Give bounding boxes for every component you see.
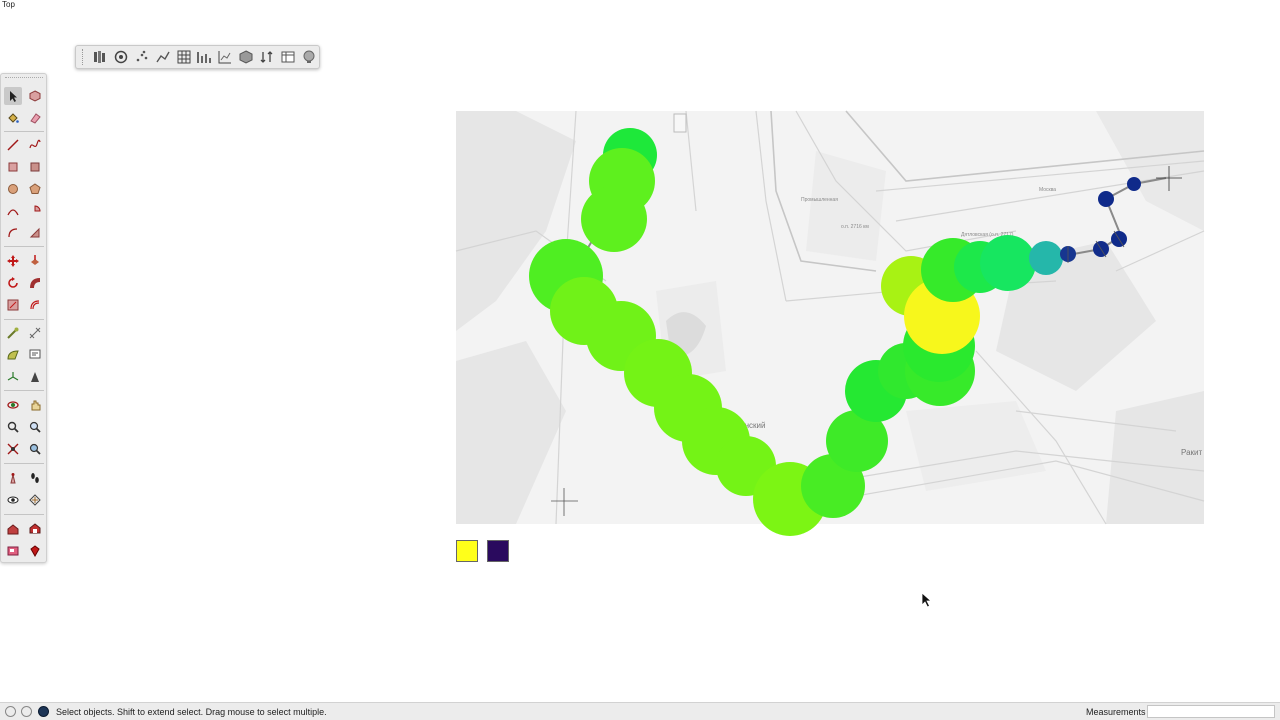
tape-measure-icon[interactable] [4, 324, 22, 342]
toolbar-grip[interactable] [82, 49, 86, 65]
view-label: Top [2, 0, 15, 9]
map-label-promyshlennaya: Промышленная [801, 197, 838, 203]
warehouse-icon[interactable] [4, 520, 22, 538]
pie-icon[interactable] [26, 202, 44, 220]
status-bar: Select objects. Shift to extend select. … [0, 702, 1280, 720]
circle-icon[interactable] [4, 180, 22, 198]
table-icon[interactable] [279, 48, 296, 66]
push-pull-icon[interactable] [26, 252, 44, 270]
route-icon[interactable] [154, 48, 171, 66]
walk-icon[interactable] [26, 469, 44, 487]
move-icon[interactable] [4, 252, 22, 270]
scale-icon[interactable] [4, 296, 22, 314]
two-point-arc-icon[interactable] [4, 224, 22, 242]
three-point-arc-icon[interactable] [26, 224, 44, 242]
box-icon[interactable] [238, 48, 255, 66]
legend-swatch-purple [487, 540, 509, 562]
stats-icon[interactable] [196, 48, 213, 66]
measurements-field[interactable] [1147, 705, 1275, 718]
extension-warehouse-icon[interactable] [26, 520, 44, 538]
measurements-label: Measurements [1086, 707, 1146, 717]
grid-icon[interactable] [175, 48, 192, 66]
geo-location-icon[interactable] [5, 706, 16, 717]
rotated-rectangle-icon[interactable] [26, 158, 44, 176]
ruby-icon[interactable] [26, 542, 44, 560]
map-label-rakit: Ракит [1181, 448, 1202, 457]
map-label-op-2716: о.п. 2716 км [841, 224, 869, 230]
3d-text-icon[interactable] [26, 368, 44, 386]
arc-icon[interactable] [4, 202, 22, 220]
info-icon[interactable] [21, 706, 32, 717]
text-icon[interactable] [26, 346, 44, 364]
sort-icon[interactable] [258, 48, 275, 66]
zoom-window-icon[interactable] [26, 418, 44, 436]
select-arrow-icon[interactable] [4, 87, 22, 105]
orbit-icon[interactable] [4, 396, 22, 414]
protractor-icon[interactable] [4, 346, 22, 364]
rectangle-icon[interactable] [4, 158, 22, 176]
globe-settings-icon[interactable] [300, 48, 317, 66]
zoom-icon[interactable] [4, 418, 22, 436]
legend-swatch-yellow [456, 540, 478, 562]
map-view[interactable]: Ленинский Ракит Москва Дятловская (о.п. … [455, 110, 1205, 536]
status-message: Select objects. Shift to extend select. … [56, 707, 327, 717]
follow-me-icon[interactable] [26, 274, 44, 292]
axes-icon[interactable] [4, 368, 22, 386]
paint-bucket-icon[interactable] [4, 109, 22, 127]
dimension-icon[interactable] [26, 324, 44, 342]
zoom-extents-icon[interactable] [4, 440, 22, 458]
map-canvas: Ленинский Ракит Москва Дятловская (о.п. … [455, 110, 1205, 536]
instructor-icon[interactable] [38, 706, 49, 717]
layers-icon[interactable] [92, 48, 109, 66]
pan-icon[interactable] [26, 396, 44, 414]
map-label-moskva: Москва [1039, 187, 1056, 193]
layout-icon[interactable] [4, 542, 22, 560]
tool-palette [0, 73, 47, 563]
globe-icon[interactable] [113, 48, 130, 66]
freehand-icon[interactable] [26, 136, 44, 154]
rotate-icon[interactable] [4, 274, 22, 292]
line-icon[interactable] [4, 136, 22, 154]
scatter-icon[interactable] [133, 48, 150, 66]
previous-view-icon[interactable] [26, 440, 44, 458]
position-camera-icon[interactable] [4, 469, 22, 487]
extension-toolbar [75, 45, 320, 69]
polygon-icon[interactable] [26, 180, 44, 198]
component-icon[interactable] [26, 87, 44, 105]
palette-grip[interactable] [5, 77, 43, 82]
offset-icon[interactable] [26, 296, 44, 314]
look-around-icon[interactable] [4, 491, 22, 509]
eraser-icon[interactable] [26, 109, 44, 127]
chart-icon[interactable] [217, 48, 234, 66]
section-plane-icon[interactable] [26, 491, 44, 509]
mouse-cursor-icon [921, 592, 933, 608]
